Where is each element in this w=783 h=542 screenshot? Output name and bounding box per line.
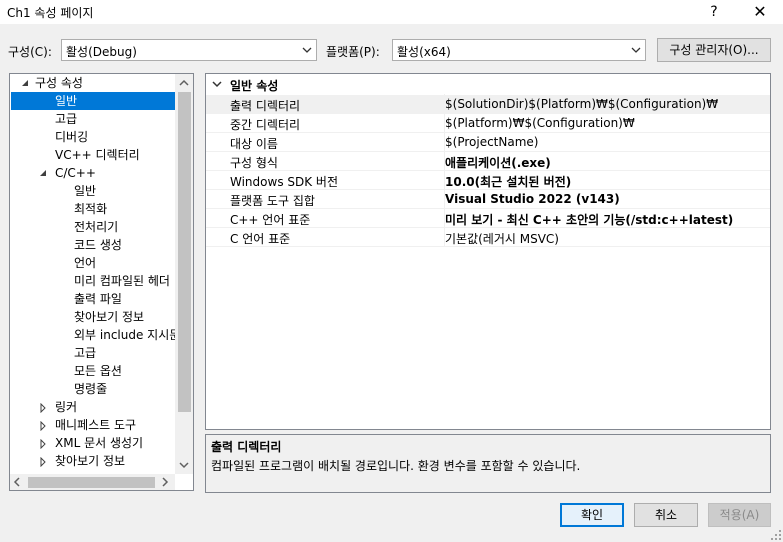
cancel-button[interactable]: 취소 [634, 503, 698, 527]
scroll-down-icon[interactable] [179, 460, 189, 470]
tree-item-optimization[interactable]: 최적화 [74, 200, 107, 218]
scroll-up-icon[interactable] [179, 78, 189, 88]
property-name: 출력 디렉터리 [230, 99, 301, 113]
tree-item-manifest-tool[interactable]: 매니페스트 도구 [55, 416, 136, 434]
property-name: 구성 형식 [230, 156, 278, 170]
tree-item-cpp-advanced[interactable]: 고급 [74, 344, 96, 362]
scroll-right-icon[interactable] [160, 477, 170, 487]
tree-item-command-line[interactable]: 명령줄 [74, 380, 107, 398]
tree-vertical-scroll-thumb[interactable] [178, 92, 191, 412]
property-name: 중간 디렉터리 [230, 118, 301, 132]
property-value[interactable]: $(SolutionDir)$(Platform)₩$(Configuratio… [445, 97, 718, 111]
tree-horizontal-scroll-thumb[interactable] [28, 477, 155, 488]
title-bar [0, 0, 783, 24]
collapsed-arrow-icon[interactable] [38, 439, 48, 449]
expanded-arrow-icon[interactable] [20, 78, 30, 88]
resize-grip-icon[interactable] [770, 529, 782, 541]
close-button[interactable]: ✕ [746, 0, 774, 24]
tree-item-vc-directories[interactable]: VC++ 디렉터리 [55, 146, 140, 164]
property-row-windows-sdk-version[interactable]: Windows SDK 버전 10.0(최근 설치된 버전) [206, 171, 770, 190]
tree-item-external-includes[interactable]: 외부 include 지시문 [74, 326, 180, 344]
tree-item-code-generation[interactable]: 코드 생성 [74, 236, 122, 254]
tree-item-debugging[interactable]: 디버깅 [55, 128, 88, 146]
chevron-down-icon [302, 47, 312, 53]
property-category-title: 일반 속성 [230, 79, 279, 93]
platform-label: 플랫폼(P): [326, 45, 380, 59]
property-value[interactable]: 기본값(레거시 MSVC) [445, 230, 559, 247]
property-row-platform-toolset[interactable]: 플랫폼 도구 집합 Visual Studio 2022 (v143) [206, 190, 770, 209]
ok-button[interactable]: 확인 [560, 503, 624, 527]
property-name: C++ 언어 표준 [230, 213, 311, 227]
property-row-cpp-language-standard[interactable]: C++ 언어 표준 미리 보기 - 최신 C++ 초안의 기능(/std:c++… [206, 209, 770, 228]
property-category[interactable]: 일반 속성 [206, 74, 770, 94]
tree-item-cpp[interactable]: C/C++ [55, 164, 96, 182]
property-name: 플랫폼 도구 집합 [230, 194, 315, 208]
property-name: 대상 이름 [230, 137, 278, 151]
property-row-target-name[interactable]: 대상 이름 $(ProjectName) [206, 133, 770, 152]
property-value[interactable]: $(Platform)₩$(Configuration)₩ [445, 116, 635, 130]
scroll-left-icon[interactable] [12, 477, 22, 487]
platform-combo-value: 활성(x64) [397, 45, 451, 59]
property-value[interactable]: 애플리케이션(.exe) [445, 154, 551, 171]
tree-item-precompiled-headers[interactable]: 미리 컴파일된 헤더 [74, 272, 170, 290]
collapsed-arrow-icon[interactable] [38, 421, 48, 431]
tree-item-root[interactable]: 구성 속성 [35, 74, 83, 92]
expanded-arrow-icon[interactable] [38, 168, 48, 178]
config-label: 구성(C): [8, 45, 52, 59]
tree-item-all-options[interactable]: 모든 옵션 [74, 362, 122, 380]
tree-item-advanced[interactable]: 고급 [55, 110, 77, 128]
description-title: 출력 디렉터리 [211, 440, 282, 454]
property-row-configuration-type[interactable]: 구성 형식 애플리케이션(.exe) [206, 152, 770, 171]
property-value[interactable]: $(ProjectName) [445, 135, 538, 149]
property-value[interactable]: 10.0(최근 설치된 버전) [445, 173, 571, 190]
tree-item-preprocessor[interactable]: 전처리기 [74, 218, 118, 236]
property-row-output-directory[interactable]: 출력 디렉터리 $(SolutionDir)$(Platform)₩$(Conf… [206, 95, 770, 114]
config-manager-button[interactable]: 구성 관리자(O)... [657, 38, 771, 62]
tree-item-language[interactable]: 언어 [74, 254, 96, 272]
tree-item-browse-info[interactable]: 찾아보기 정보 [55, 452, 125, 470]
property-name: Windows SDK 버전 [230, 175, 339, 189]
tree-item-output-files[interactable]: 출력 파일 [74, 290, 122, 308]
collapsed-arrow-icon[interactable] [38, 403, 48, 413]
property-name: C 언어 표준 [230, 232, 291, 246]
tree-item-general[interactable]: 일반 [11, 92, 175, 110]
property-row-c-language-standard[interactable]: C 언어 표준 기본값(레거시 MSVC) [206, 228, 770, 247]
config-combo-value: 활성(Debug) [66, 45, 137, 59]
platform-combo[interactable]: 활성(x64) [392, 39, 646, 61]
tree-item-linker[interactable]: 링커 [55, 398, 77, 416]
property-row-intermediate-directory[interactable]: 중간 디렉터리 $(Platform)₩$(Configuration)₩ [206, 114, 770, 133]
tree-item-xml-doc-generator[interactable]: XML 문서 생성기 [55, 434, 143, 452]
config-combo[interactable]: 활성(Debug) [61, 39, 317, 61]
window-title: Ch1 속성 페이지 [7, 6, 94, 20]
collapsed-arrow-icon[interactable] [38, 457, 48, 467]
chevron-down-icon[interactable] [212, 80, 222, 88]
help-button[interactable]: ? [702, 0, 726, 24]
tree-item-browse-information[interactable]: 찾아보기 정보 [74, 308, 144, 326]
chevron-down-icon [631, 47, 641, 53]
tree-item-cpp-general[interactable]: 일반 [74, 182, 96, 200]
property-value[interactable]: Visual Studio 2022 (v143) [445, 192, 620, 206]
apply-button[interactable]: 적용(A) [708, 503, 771, 527]
property-value[interactable]: 미리 보기 - 최신 C++ 초안의 기능(/std:c++latest) [445, 211, 733, 228]
description-text: 컴파일된 프로그램이 배치될 경로입니다. 환경 변수를 포함할 수 있습니다. [211, 459, 581, 473]
